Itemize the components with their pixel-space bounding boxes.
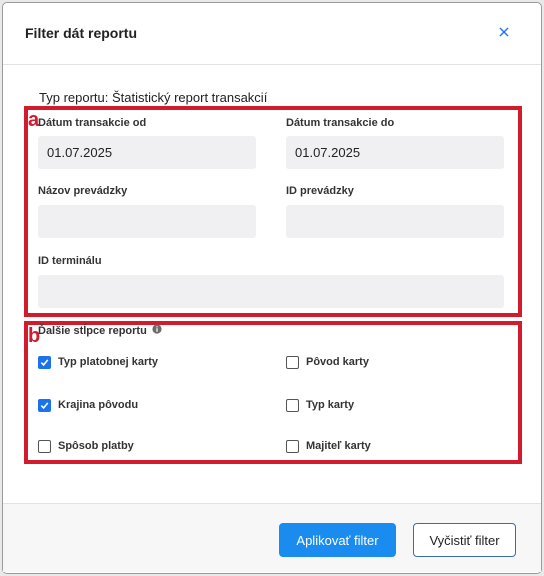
shop-id-label: ID prevádzky [286, 185, 354, 197]
shop-id-input[interactable] [286, 205, 504, 238]
check-icon [40, 401, 49, 409]
date-from-label: Dátum transakcie od [38, 117, 147, 129]
report-type-text: Typ reportu: Štatistický report transakc… [39, 90, 268, 105]
checkbox-country-origin[interactable]: Krajina pôvodu [38, 397, 138, 413]
dialog-footer: Aplikovať filter Vyčistiť filter [3, 503, 541, 572]
checkbox-box[interactable] [286, 355, 299, 369]
checkbox-label: Krajina pôvodu [58, 399, 139, 411]
dialog-title: Filter dát reportu [25, 25, 138, 41]
checkbox-label: Spôsob platby [58, 440, 134, 452]
checkbox-label: Majiteľ karty [306, 440, 371, 452]
apply-filter-button[interactable]: Aplikovať filter [279, 523, 396, 557]
checkbox-box[interactable] [38, 439, 51, 453]
clear-filter-button[interactable]: Vyčistiť filter [413, 523, 516, 557]
date-to-input[interactable] [286, 136, 504, 169]
checkbox-card-type[interactable]: Typ platobnej karty [38, 354, 158, 370]
checkbox-box[interactable] [38, 355, 51, 369]
checkbox-card-kind[interactable]: Typ karty [286, 397, 354, 413]
checkbox-label: Typ platobnej karty [58, 356, 159, 368]
checkbox-label: Pôvod karty [306, 356, 369, 368]
close-icon [499, 27, 509, 37]
checkbox-box[interactable] [38, 398, 51, 412]
date-from-input[interactable] [38, 136, 256, 169]
checkbox-box[interactable] [286, 398, 299, 412]
extra-columns-label: Ďalšie stĺpce reportu [38, 325, 147, 337]
terminal-id-label: ID terminálu [38, 255, 102, 267]
check-icon [40, 358, 49, 366]
checkbox-card-origin[interactable]: Pôvod karty [286, 354, 369, 370]
checkbox-card-holder[interactable]: Majiteľ karty [286, 438, 371, 454]
checkbox-label: Typ karty [306, 399, 355, 411]
close-button[interactable] [497, 25, 511, 39]
info-icon[interactable] [152, 324, 162, 334]
checkbox-box[interactable] [286, 439, 299, 453]
checkbox-payment-method[interactable]: Spôsob platby [38, 438, 134, 454]
shop-name-input[interactable] [38, 205, 256, 238]
terminal-id-input[interactable] [38, 275, 504, 308]
date-to-label: Dátum transakcie do [286, 117, 395, 129]
shop-name-label: Názov prevádzky [38, 185, 128, 197]
dialog-header: Filter dát reportu [3, 3, 541, 65]
